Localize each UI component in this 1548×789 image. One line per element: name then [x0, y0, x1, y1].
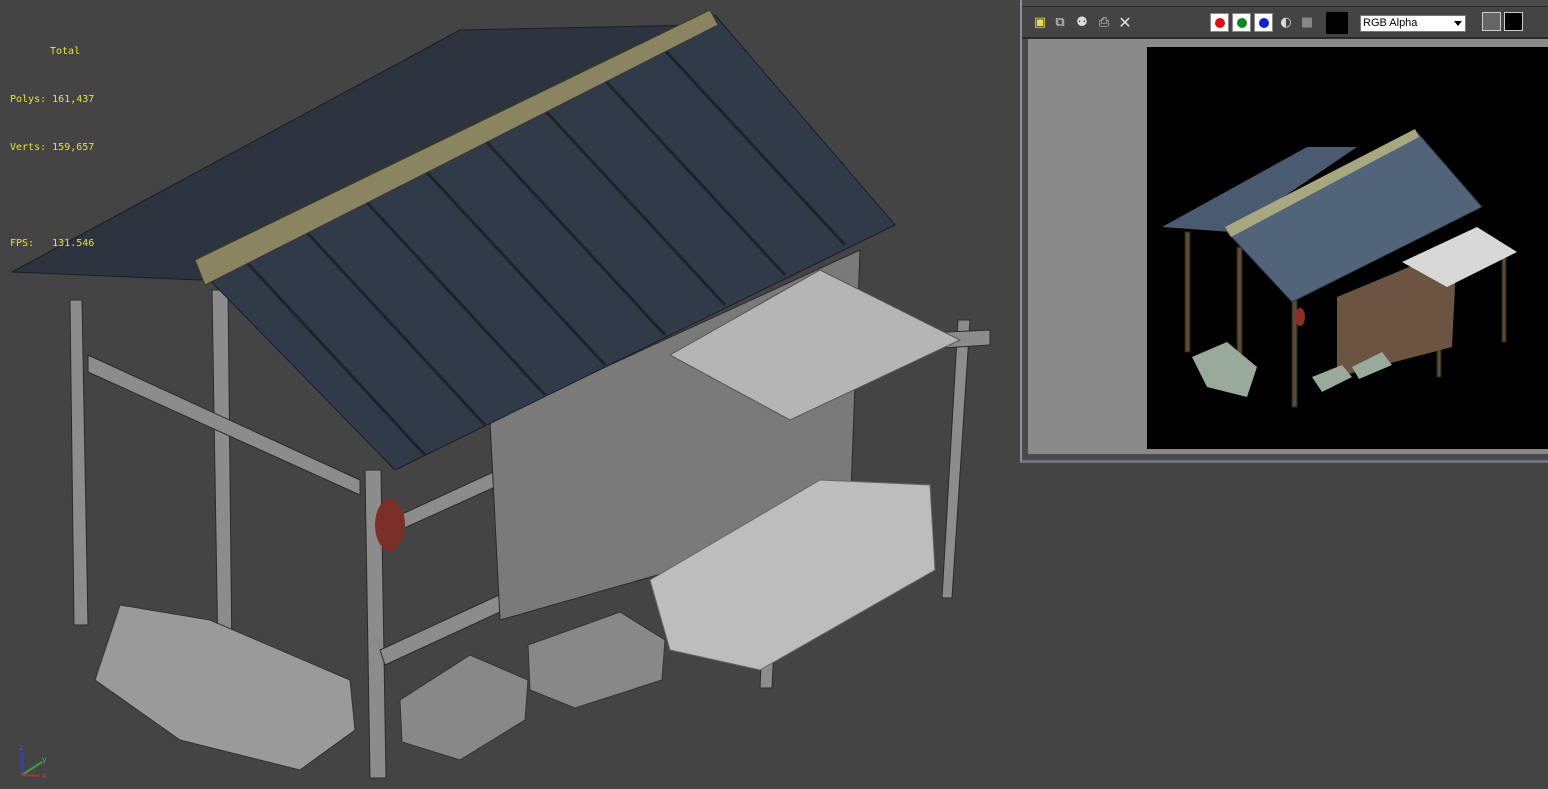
- red-channel-toggle[interactable]: [1210, 13, 1229, 32]
- axis-x-label: x: [42, 771, 47, 780]
- post: [69, 299, 89, 626]
- frame-buffer-toolbar: ▣ ⧉ ⚉ ⎙ ✕ ◐ ■ RGB Alpha: [1022, 6, 1548, 39]
- copy-icon[interactable]: ⧉: [1052, 15, 1068, 31]
- save-icon[interactable]: ▣: [1032, 15, 1048, 31]
- polys-label: Polys:: [10, 94, 47, 105]
- scene-model: [10, 9, 991, 779]
- fps-label: FPS:: [10, 238, 35, 249]
- rendered-image: [1147, 47, 1548, 449]
- polys-value: 161,437: [52, 94, 95, 105]
- lantern: [375, 499, 405, 551]
- green-channel-toggle[interactable]: [1232, 13, 1251, 32]
- axis-gizmo-icon: z y x: [19, 743, 47, 780]
- axis-z-label: z: [19, 743, 23, 752]
- print-icon[interactable]: ⎙: [1096, 15, 1112, 31]
- color-swatch[interactable]: [1326, 12, 1348, 34]
- stats-overlay: Total Polys: 161,437 Verts: 159,657 FPS:…: [10, 12, 94, 284]
- alpha-icon[interactable]: ◐: [1278, 15, 1294, 31]
- fps-value: 131.546: [52, 238, 95, 249]
- rocks: [94, 604, 356, 771]
- green-dot-icon: [1237, 18, 1247, 28]
- toggle-ui-button[interactable]: [1482, 12, 1501, 31]
- verts-label: Verts:: [10, 142, 47, 153]
- stats-header: Total: [50, 46, 81, 57]
- post: [941, 319, 971, 599]
- chevron-down-icon: [1454, 21, 1462, 26]
- blue-channel-toggle[interactable]: [1254, 13, 1273, 32]
- crate: [527, 611, 666, 709]
- channel-select[interactable]: RGB Alpha: [1360, 15, 1466, 32]
- mono-icon[interactable]: ■: [1299, 15, 1315, 31]
- post: [211, 289, 233, 661]
- crate: [399, 654, 529, 761]
- clone-icon[interactable]: ⚉: [1074, 15, 1090, 31]
- channel-select-value: RGB Alpha: [1363, 17, 1418, 29]
- frame-buffer-body: [1028, 39, 1548, 454]
- axis-y-label: y: [42, 755, 47, 764]
- blue-dot-icon: [1259, 18, 1269, 28]
- clear-icon[interactable]: ✕: [1117, 15, 1133, 31]
- rendered-hut: [1162, 129, 1517, 408]
- display-button[interactable]: [1504, 12, 1523, 31]
- rendered-frame-window: ▣ ⧉ ⚉ ⎙ ✕ ◐ ■ RGB Alpha: [1020, 0, 1548, 463]
- red-dot-icon: [1215, 18, 1225, 28]
- verts-value: 159,657: [52, 142, 95, 153]
